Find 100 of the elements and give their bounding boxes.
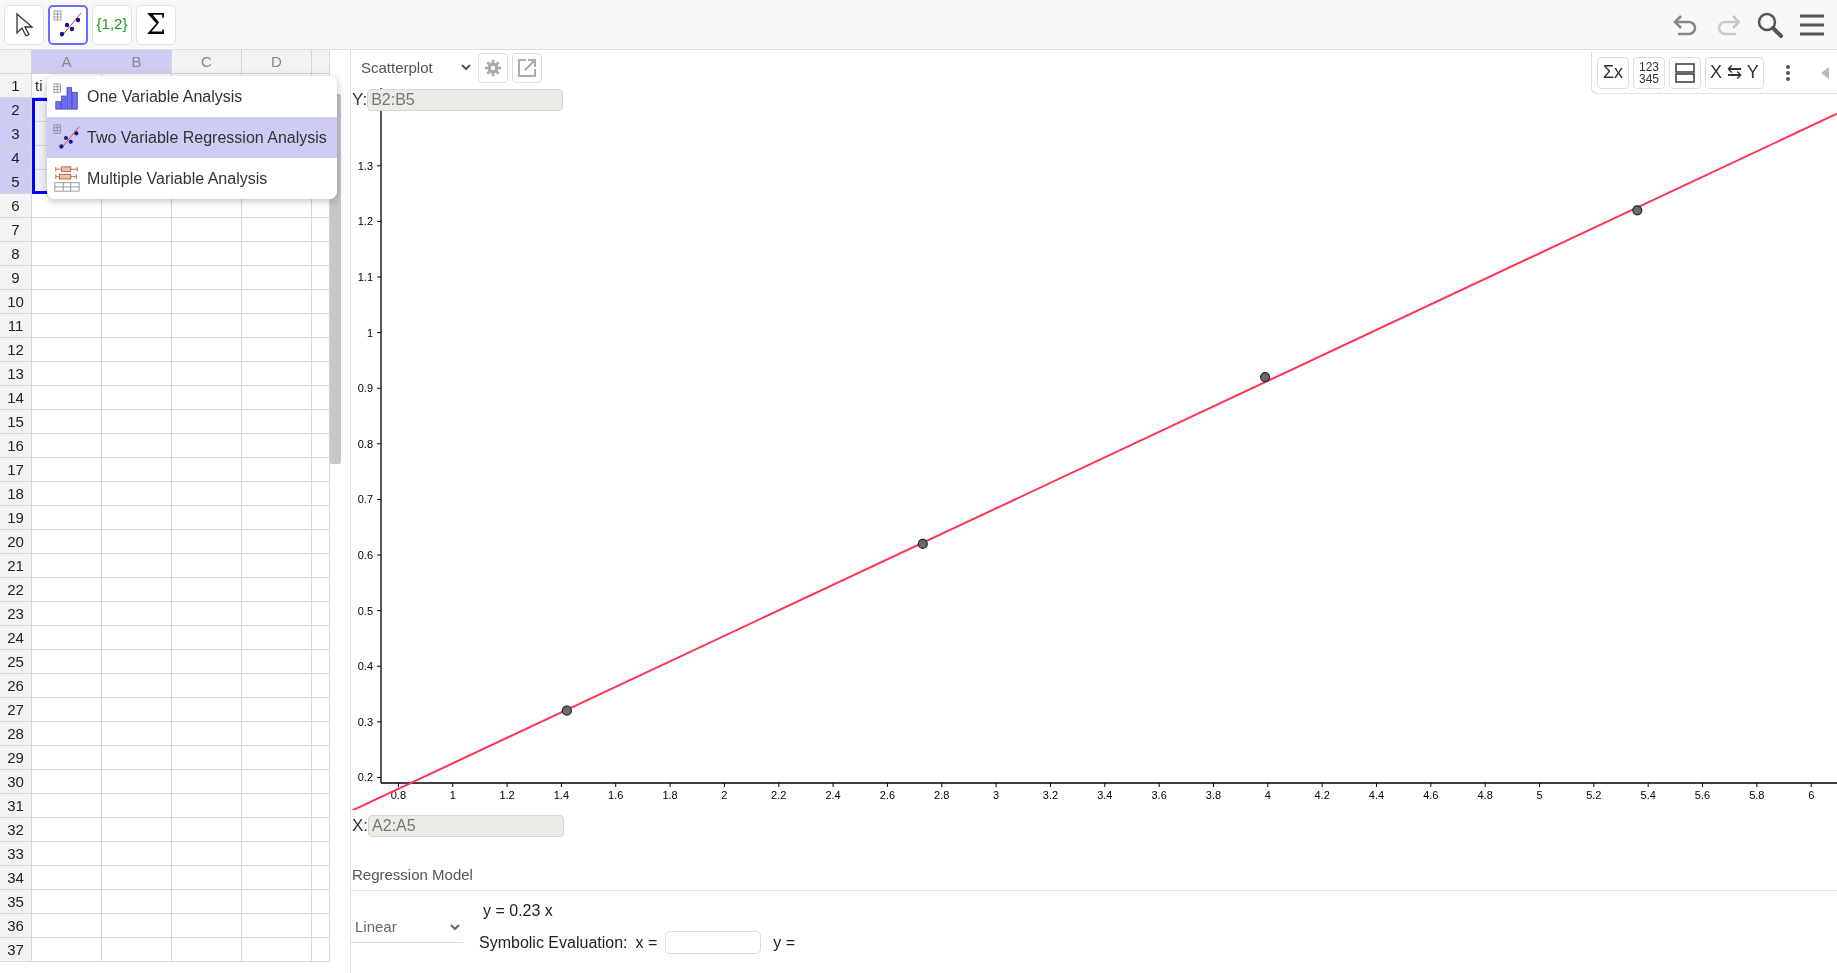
row-header[interactable]: 26 <box>0 674 32 698</box>
row-header[interactable]: 32 <box>0 818 32 842</box>
table-cell[interactable] <box>172 674 242 698</box>
table-cell[interactable] <box>32 818 102 842</box>
table-cell[interactable] <box>172 842 242 866</box>
table-cell[interactable] <box>32 722 102 746</box>
table-cell[interactable] <box>32 866 102 890</box>
table-cell[interactable] <box>32 338 102 362</box>
table-cell[interactable] <box>102 218 172 242</box>
row-header[interactable]: 16 <box>0 434 32 458</box>
table-cell[interactable] <box>172 434 242 458</box>
y-range-field[interactable]: B2:B5 <box>367 88 564 111</box>
table-cell[interactable] <box>32 482 102 506</box>
table-cell[interactable] <box>242 530 312 554</box>
table-cell[interactable] <box>172 650 242 674</box>
table-cell[interactable] <box>102 722 172 746</box>
table-cell[interactable] <box>32 698 102 722</box>
menu-item[interactable]: Two Variable Regression Analysis <box>47 117 337 158</box>
table-cell[interactable] <box>102 938 172 962</box>
move-tool-button[interactable] <box>4 4 44 45</box>
table-cell[interactable] <box>32 266 102 290</box>
table-cell[interactable] <box>102 554 172 578</box>
row-header[interactable]: 9 <box>0 266 32 290</box>
table-cell[interactable] <box>102 506 172 530</box>
table-cell[interactable] <box>32 842 102 866</box>
x-range-field[interactable]: A2:A5 <box>368 815 565 837</box>
row-header[interactable]: 15 <box>0 410 32 434</box>
table-cell[interactable] <box>312 818 330 842</box>
table-cell[interactable] <box>32 746 102 770</box>
toolbar-button[interactable]: Σx <box>1597 56 1629 89</box>
table-cell[interactable] <box>312 650 330 674</box>
table-cell[interactable] <box>312 770 330 794</box>
table-cell[interactable] <box>242 626 312 650</box>
table-cell[interactable] <box>172 866 242 890</box>
row-header[interactable]: 23 <box>0 602 32 626</box>
table-cell[interactable] <box>32 290 102 314</box>
table-cell[interactable] <box>32 794 102 818</box>
table-cell[interactable] <box>102 314 172 338</box>
table-cell[interactable] <box>242 578 312 602</box>
row-header[interactable]: 14 <box>0 386 32 410</box>
table-cell[interactable] <box>242 650 312 674</box>
table-cell[interactable] <box>102 530 172 554</box>
row-header[interactable]: 7 <box>0 218 32 242</box>
table-cell[interactable] <box>242 338 312 362</box>
table-cell[interactable] <box>32 554 102 578</box>
row-header[interactable]: 1 <box>0 74 32 98</box>
table-cell[interactable] <box>102 674 172 698</box>
row-header[interactable]: 34 <box>0 866 32 890</box>
table-cell[interactable] <box>172 314 242 338</box>
list-tool-button[interactable]: {1,2} <box>92 4 132 45</box>
table-cell[interactable] <box>102 914 172 938</box>
table-cell[interactable] <box>242 602 312 626</box>
menu-item[interactable]: One Variable Analysis <box>47 76 337 117</box>
table-cell[interactable] <box>32 386 102 410</box>
table-cell[interactable] <box>242 506 312 530</box>
row-header[interactable]: 20 <box>0 530 32 554</box>
row-header[interactable]: 33 <box>0 842 32 866</box>
table-cell[interactable] <box>172 410 242 434</box>
table-cell[interactable] <box>172 746 242 770</box>
row-header[interactable]: 37 <box>0 938 32 962</box>
table-cell[interactable] <box>312 842 330 866</box>
row-header[interactable]: 29 <box>0 746 32 770</box>
row-header[interactable]: 17 <box>0 458 32 482</box>
table-cell[interactable] <box>242 866 312 890</box>
table-cell[interactable] <box>102 626 172 650</box>
table-cell[interactable] <box>242 698 312 722</box>
row-header[interactable]: 30 <box>0 770 32 794</box>
table-cell[interactable] <box>32 578 102 602</box>
row-header[interactable]: 28 <box>0 722 32 746</box>
table-cell[interactable] <box>172 602 242 626</box>
table-cell[interactable] <box>242 410 312 434</box>
table-cell[interactable] <box>32 770 102 794</box>
table-cell[interactable] <box>172 506 242 530</box>
table-cell[interactable] <box>32 506 102 530</box>
table-cell[interactable] <box>172 530 242 554</box>
table-cell[interactable] <box>172 914 242 938</box>
table-cell[interactable] <box>242 386 312 410</box>
table-cell[interactable] <box>172 578 242 602</box>
row-header[interactable]: 21 <box>0 554 32 578</box>
row-header[interactable]: 27 <box>0 698 32 722</box>
table-cell[interactable] <box>102 794 172 818</box>
table-cell[interactable] <box>312 626 330 650</box>
table-cell[interactable] <box>312 530 330 554</box>
row-header[interactable]: 18 <box>0 482 32 506</box>
table-cell[interactable] <box>312 890 330 914</box>
row-header[interactable]: 12 <box>0 338 32 362</box>
table-cell[interactable] <box>102 482 172 506</box>
row-header[interactable]: 4 <box>0 146 32 170</box>
table-cell[interactable] <box>102 362 172 386</box>
table-cell[interactable] <box>32 458 102 482</box>
table-cell[interactable] <box>172 698 242 722</box>
table-cell[interactable] <box>172 554 242 578</box>
table-cell[interactable] <box>32 938 102 962</box>
table-cell[interactable] <box>172 482 242 506</box>
table-cell[interactable] <box>172 818 242 842</box>
row-header[interactable]: 2 <box>0 98 32 122</box>
table-cell[interactable] <box>172 266 242 290</box>
table-cell[interactable] <box>312 914 330 938</box>
table-cell[interactable] <box>312 554 330 578</box>
row-header[interactable]: 19 <box>0 506 32 530</box>
